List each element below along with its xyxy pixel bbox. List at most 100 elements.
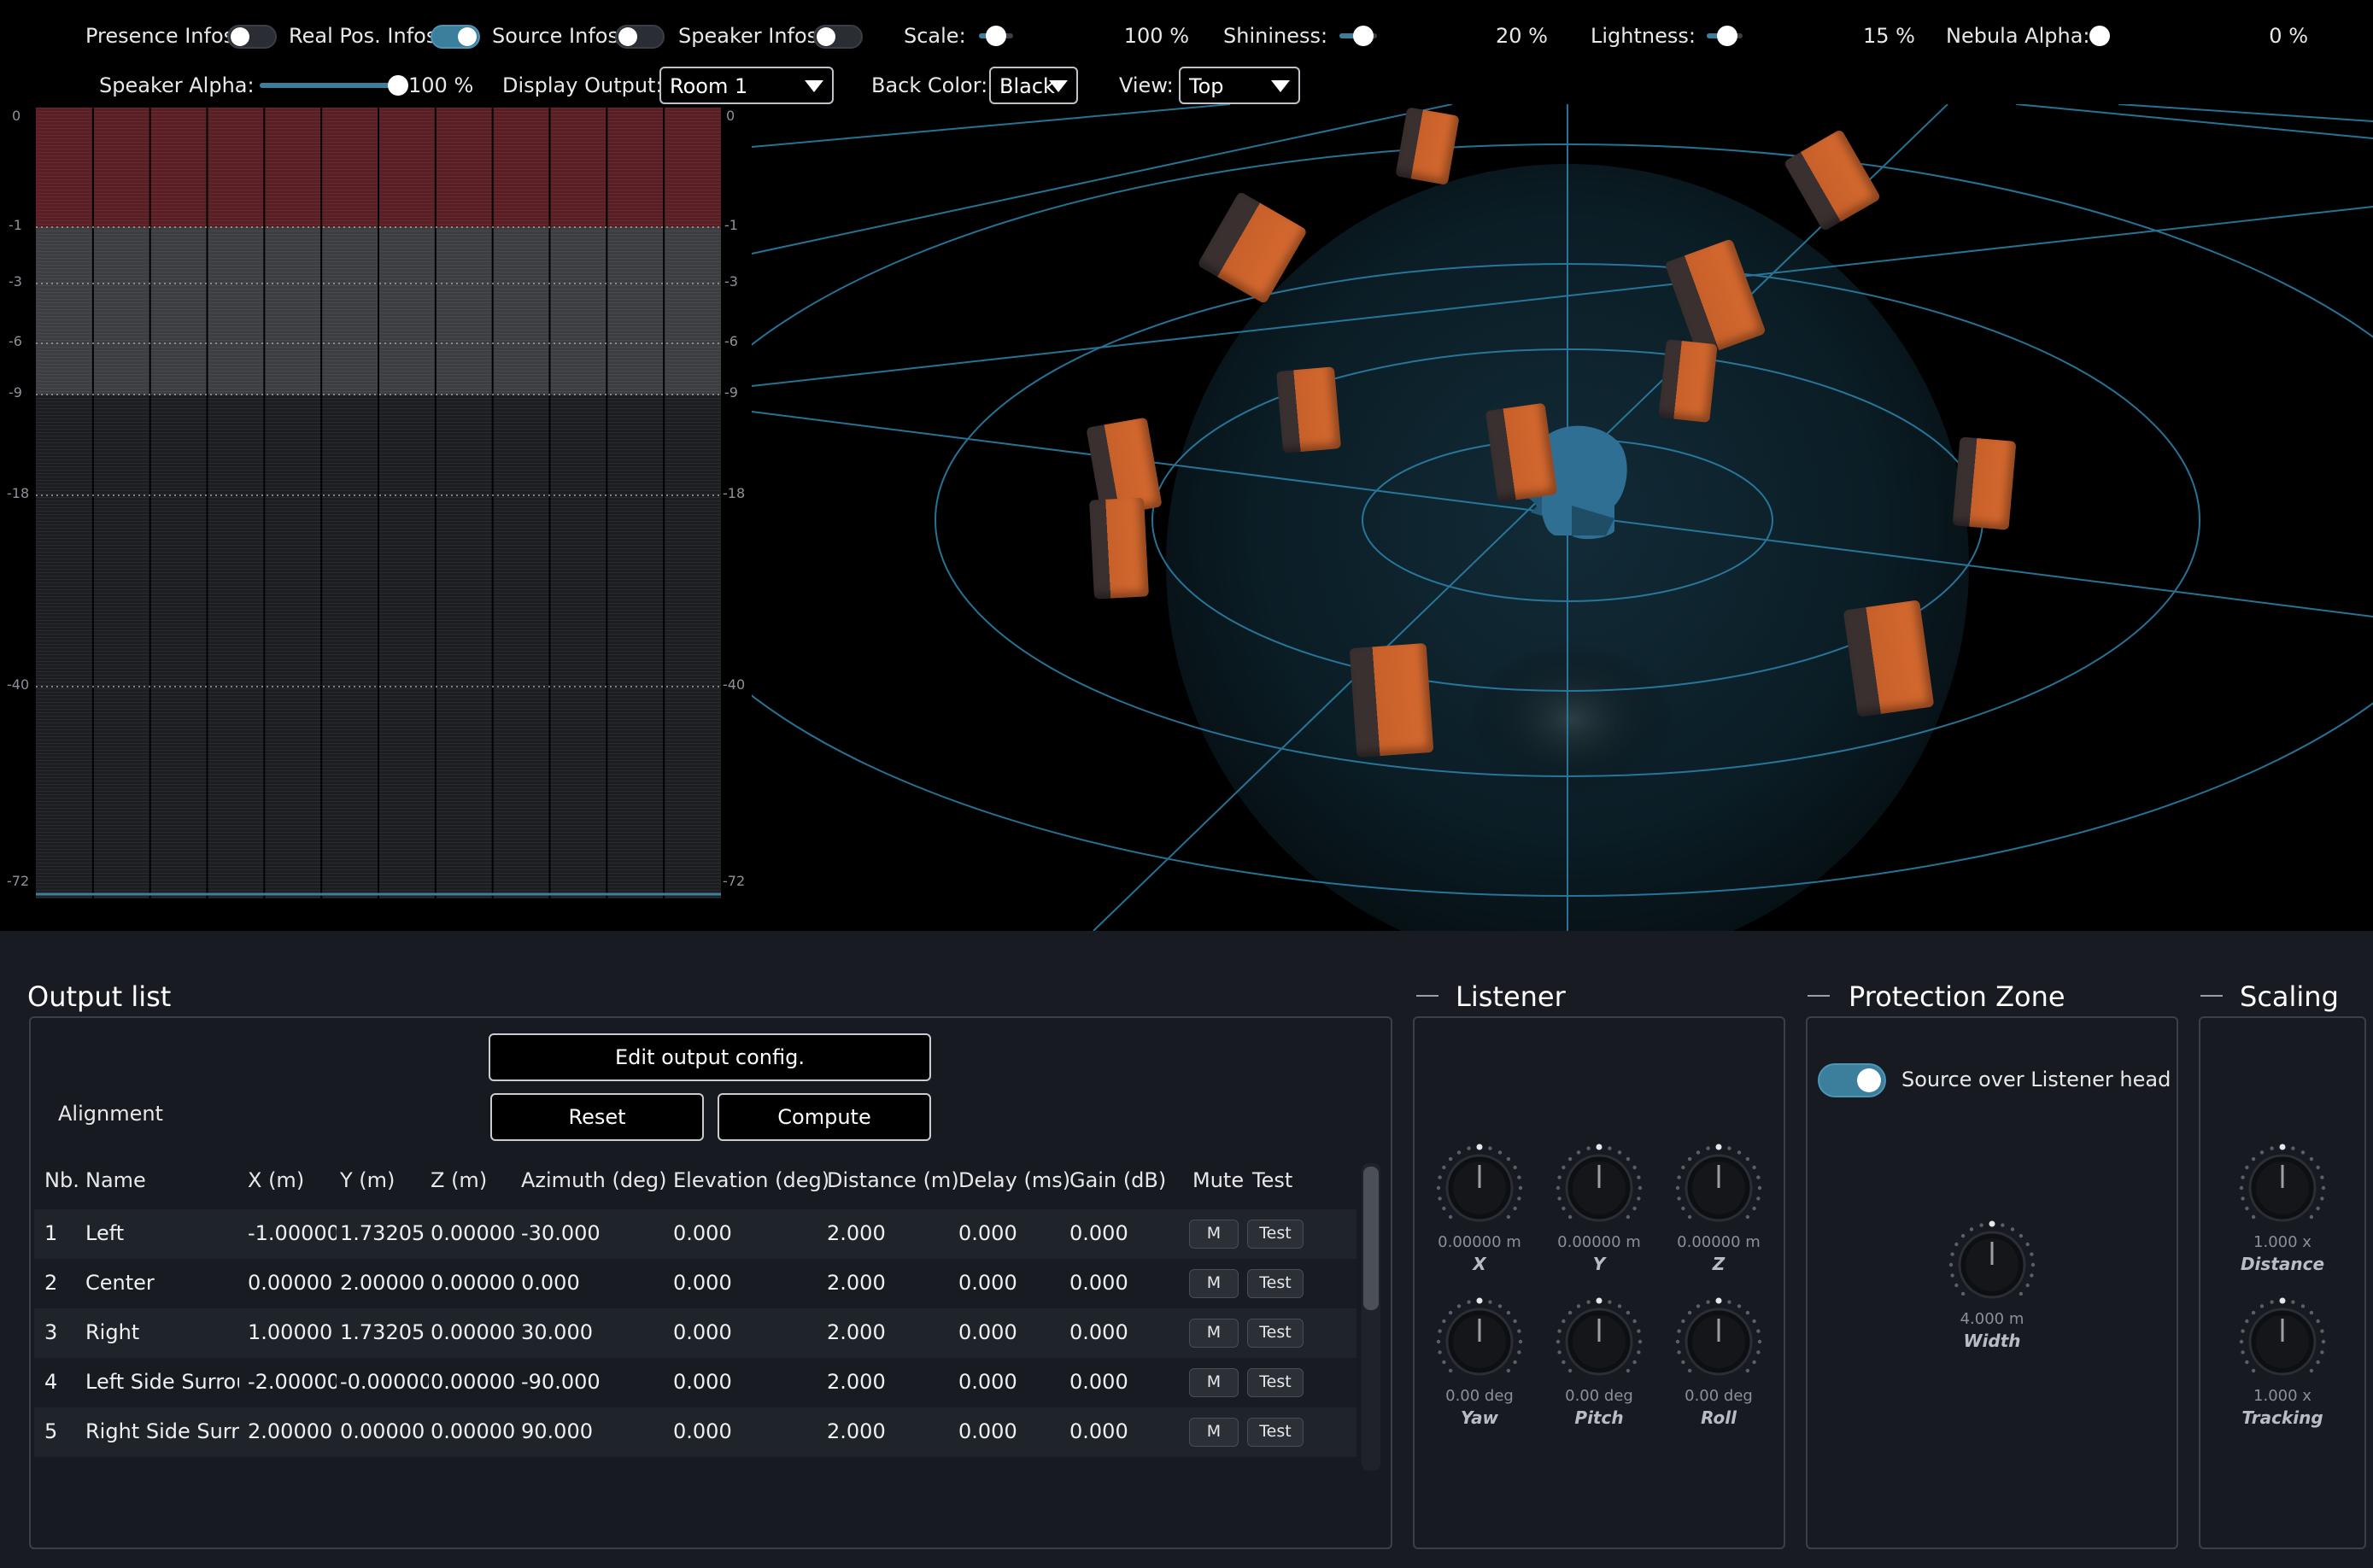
cell-x: -1.00000 (248, 1221, 337, 1245)
scrollbar-thumb[interactable] (1363, 1167, 1379, 1310)
table-row[interactable]: 1 Left -1.00000 1.73205 0.00000 -30.000 0.000 2… (34, 1209, 1356, 1259)
test-button[interactable]: Test (1247, 1368, 1304, 1397)
scale-slider[interactable] (979, 26, 1013, 46)
column-header: Y (m) (340, 1168, 396, 1192)
cell-delay: 0.000 (958, 1370, 1017, 1394)
mute-button[interactable]: M (1189, 1368, 1239, 1397)
compute-button[interactable]: Compute (718, 1093, 931, 1141)
output-list-title: Output list (27, 980, 172, 1013)
mute-button[interactable]: M (1189, 1418, 1239, 1447)
shininess-slider[interactable] (1339, 26, 1377, 46)
collapse-icon[interactable] (1808, 995, 1830, 997)
cell-x: 2.00000 (248, 1419, 333, 1443)
speaker-infos-toggle[interactable] (813, 25, 863, 49)
test-button[interactable]: Test (1247, 1269, 1304, 1298)
cell-name: Left Side Surround (85, 1370, 239, 1394)
knob-value: 1.000 x (2253, 1233, 2311, 1251)
knob-yaw[interactable]: 0.00 deg Yaw (1420, 1295, 1539, 1448)
mute-button[interactable]: M (1189, 1319, 1239, 1348)
table-row[interactable]: 5Right Side Surround2.000000.000000.0000… (34, 1407, 1356, 1457)
cell-el: 0.000 (673, 1221, 732, 1245)
speaker-model[interactable] (1485, 402, 1558, 503)
speaker-model[interactable] (1843, 600, 1935, 717)
speaker-model[interactable] (1952, 436, 2017, 530)
speaker-model[interactable] (1275, 366, 1342, 453)
knob-z[interactable]: 0.00000 m Z (1659, 1141, 1778, 1295)
knob-dial[interactable] (2235, 1141, 2329, 1235)
knob-dial[interactable] (1552, 1141, 1646, 1235)
view-select[interactable]: Top (1179, 67, 1300, 104)
speaker-model[interactable] (1658, 339, 1718, 423)
cell-nb: 5 (44, 1419, 58, 1443)
cell-gain: 0.000 (1069, 1320, 1128, 1344)
test-button[interactable]: Test (1247, 1418, 1304, 1447)
edit-output-config-button[interactable]: Edit output config. (489, 1033, 931, 1081)
nebula-alpha-label: Nebula Alpha: (1946, 24, 2090, 48)
meter-scale-label: 0 (726, 108, 735, 124)
knob-pitch[interactable]: 0.00 deg Pitch (1539, 1295, 1659, 1448)
source-over-listener-toggle[interactable] (1818, 1063, 1886, 1097)
knob-value: 0.00000 m (1557, 1233, 1641, 1251)
cell-y: -0.00000 (340, 1370, 429, 1394)
knob-dial[interactable] (1552, 1295, 1646, 1389)
knob-tracking[interactable]: 1.000 x Tracking (2223, 1295, 2342, 1448)
source-infos-label: Source Infos: (492, 24, 626, 48)
test-button[interactable]: Test (1247, 1220, 1304, 1249)
knob-dial[interactable] (1672, 1295, 1766, 1389)
knob-dial[interactable] (1945, 1218, 2039, 1312)
knob-dial[interactable] (1433, 1295, 1526, 1389)
lightness-slider[interactable] (1707, 26, 1743, 46)
table-scrollbar[interactable] (1362, 1163, 1380, 1471)
cell-el: 0.000 (673, 1320, 732, 1344)
scale-value: 100 % (1123, 24, 1189, 48)
table-row[interactable]: 3 Right 1.00000 1.73205 0.00000 30.000 0.000 2.… (34, 1308, 1356, 1358)
mute-button[interactable]: M (1189, 1220, 1239, 1249)
source-infos-toggle[interactable] (615, 25, 665, 49)
knob-label: Pitch (1574, 1407, 1624, 1428)
back-color-select[interactable]: Black (989, 67, 1078, 104)
real-pos-infos-toggle[interactable] (431, 25, 480, 49)
collapse-icon[interactable] (2200, 995, 2223, 997)
speaker-model[interactable] (1089, 497, 1149, 600)
cell-x: 1.00000 (248, 1320, 333, 1344)
knob-dial[interactable] (2235, 1295, 2329, 1389)
shininess-label: Shininess: (1223, 24, 1328, 48)
display-output-select[interactable]: Room 1 (659, 67, 834, 104)
cell-x: 0.00000 (248, 1271, 333, 1295)
back-color-label: Back Color: (871, 73, 988, 97)
reset-button[interactable]: Reset (490, 1093, 704, 1141)
cell-y: 0.00000 (340, 1419, 425, 1443)
knob-distance[interactable]: 1.000 x Distance (2223, 1141, 2342, 1295)
speaker-infos-label: Speaker Infos: (678, 24, 825, 48)
knob-roll[interactable]: 0.00 deg Roll (1659, 1295, 1778, 1448)
column-header: Test (1252, 1168, 1293, 1192)
table-row[interactable]: 4Left Side Surround-2.00000-0.000000.000… (34, 1358, 1356, 1407)
mute-button[interactable]: M (1189, 1269, 1239, 1298)
speaker-model[interactable] (1349, 643, 1434, 758)
cell-delay: 0.000 (958, 1271, 1017, 1295)
knob-x[interactable]: 0.00000 m X (1420, 1141, 1539, 1295)
knob-dial[interactable] (1672, 1141, 1766, 1235)
display-output-label: Display Output: (502, 73, 663, 97)
meter-scale-label: -6 (9, 333, 22, 349)
cell-dist: 2.000 (827, 1419, 886, 1443)
nebula-alpha-slider[interactable] (2089, 26, 2110, 46)
knob-value: 0.00 deg (1445, 1387, 1514, 1405)
knob-value: 0.00000 m (1438, 1233, 1521, 1251)
collapse-icon[interactable] (1416, 995, 1438, 997)
knob-y[interactable]: 0.00000 m Y (1539, 1141, 1659, 1295)
cell-nb: 4 (44, 1370, 58, 1394)
meter-scale-label: -9 (9, 384, 22, 401)
chevron-down-icon (805, 80, 823, 92)
view-value: Top (1189, 74, 1224, 98)
cell-dist: 2.000 (827, 1320, 886, 1344)
knob-width[interactable]: 4.000 m Width (1932, 1218, 2052, 1372)
speaker-3d-view[interactable] (752, 104, 2373, 931)
knob-dial[interactable] (1433, 1141, 1526, 1235)
speaker-alpha-slider[interactable] (260, 75, 408, 96)
cell-nb: 2 (44, 1271, 58, 1295)
presence-infos-toggle[interactable] (227, 25, 277, 49)
meter-scale-label: -18 (723, 485, 746, 501)
test-button[interactable]: Test (1247, 1319, 1304, 1348)
table-row[interactable]: 2 Center 0.00000 2.00000 0.00000 0.000 0.000 2.… (34, 1259, 1356, 1308)
